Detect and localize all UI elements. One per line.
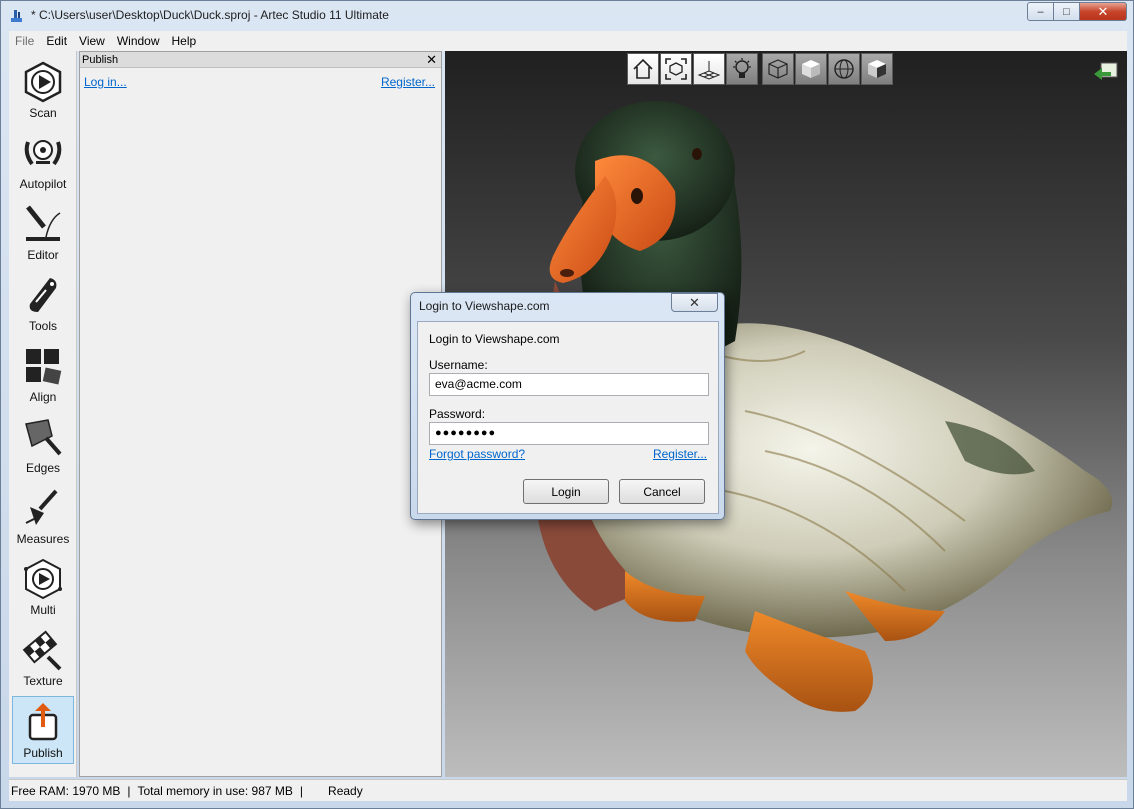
window-controls: – □ ✕ [1027,2,1127,21]
maximize-button[interactable]: □ [1054,2,1080,21]
tool-label: Publish [23,746,63,760]
password-field[interactable]: ●●●●●●●● [429,422,709,445]
sphere-icon [834,59,854,79]
menu-view[interactable]: View [73,34,111,48]
dialog-register-link[interactable]: Register... [653,447,707,461]
tool-label: Scan [29,106,57,120]
tool-editor[interactable]: Editor [12,199,74,267]
status-separator: | [299,783,304,798]
solid-button[interactable] [795,53,827,85]
title-bar: * C:\Users\user\Desktop\Duck\Duck.sproj … [1,1,1133,31]
dialog-heading: Login to Viewshape.com [429,332,560,346]
login-button[interactable]: Login [523,479,609,504]
tools-icon [29,278,57,312]
menu-help[interactable]: Help [166,34,203,48]
dialog-close-button[interactable]: ✕ [671,293,718,312]
close-button[interactable]: ✕ [1080,2,1127,21]
tool-align[interactable]: Align [12,341,74,409]
tool-label: Multi [30,603,56,617]
publish-panel: Publish ✕ Log in... Register... [79,51,442,777]
grid-icon [697,61,721,80]
align-icon [26,349,62,385]
tool-label: Editor [27,248,59,262]
viewport-toolbar [627,53,893,85]
sphere-button[interactable] [828,53,860,85]
forgot-password-link[interactable]: Forgot password? [429,447,525,461]
multi-icon [24,558,62,600]
tool-label: Measures [16,532,70,546]
light-button[interactable] [726,53,758,85]
menu-window[interactable]: Window [111,34,166,48]
status-bar: Free RAM: 1970 MB | Total memory in use:… [9,779,1127,801]
dialog-title: Login to Viewshape.com [419,299,550,313]
menu-file[interactable]: File [9,34,40,48]
tool-label: Edges [25,461,61,475]
tool-tools[interactable]: Tools [12,270,74,338]
register-link[interactable]: Register... [381,75,435,89]
textured-button[interactable] [861,53,893,85]
tool-label: Texture [23,674,63,688]
cancel-button[interactable]: Cancel [619,479,705,504]
minimize-button[interactable]: – [1027,2,1054,21]
fit-view-icon [665,58,687,80]
username-field[interactable]: eva@acme.com [429,373,709,396]
tool-multi[interactable]: Multi [12,554,74,622]
editor-icon [26,205,61,241]
free-ram-text: Free RAM: 1970 MB [11,783,121,798]
textured-box-icon [868,60,886,78]
status-separator: | [127,783,131,798]
home-view-button[interactable] [627,53,659,85]
measures-icon [25,489,58,525]
tool-scan[interactable]: Scan [12,57,74,125]
publish-icon [28,703,58,741]
wireframe-button[interactable] [762,53,794,85]
username-label: Username: [429,358,488,372]
autopilot-icon [24,140,62,166]
grid-button[interactable] [693,53,725,85]
menu-bar: File Edit View Window Help [9,31,1127,51]
tool-label: Autopilot [19,177,67,191]
tool-publish[interactable]: Publish [12,696,74,764]
wireframe-box-icon [768,59,788,79]
back-arrow-icon[interactable] [1093,61,1119,83]
panel-title: Publish [82,53,119,66]
tool-texture[interactable]: Texture [12,625,74,693]
edges-icon [25,419,62,456]
tool-label: Align [29,390,57,404]
tool-measures[interactable]: Measures [12,483,74,551]
tool-autopilot[interactable]: Autopilot [12,128,74,196]
menu-edit[interactable]: Edit [40,34,73,48]
tool-label: Tools [28,319,57,333]
login-link[interactable]: Log in... [84,75,127,89]
tool-sidebar: Scan Autopilot Editor Tools Align Edges … [9,51,77,777]
login-dialog: Login to Viewshape.com ✕ Login to Viewsh… [410,292,725,520]
window-title: * C:\Users\user\Desktop\Duck\Duck.sproj … [31,8,389,22]
tool-edges[interactable]: Edges [12,412,74,480]
status-state: Ready [328,783,363,798]
dialog-body: Login to Viewshape.com Username: eva@acm… [417,321,719,514]
fit-view-button[interactable] [660,53,692,85]
app-icon [11,10,22,22]
total-memory-text: Total memory in use: 987 MB [137,783,293,798]
password-label: Password: [429,407,486,421]
panel-close-icon[interactable]: ✕ [426,52,437,68]
panel-header: Publish ✕ [80,52,441,68]
home-icon [633,58,653,79]
light-icon [733,58,751,78]
app-window: * C:\Users\user\Desktop\Duck\Duck.sproj … [0,0,1134,809]
texture-icon [22,630,62,671]
solid-box-icon [802,60,820,78]
scan-icon [24,61,62,103]
